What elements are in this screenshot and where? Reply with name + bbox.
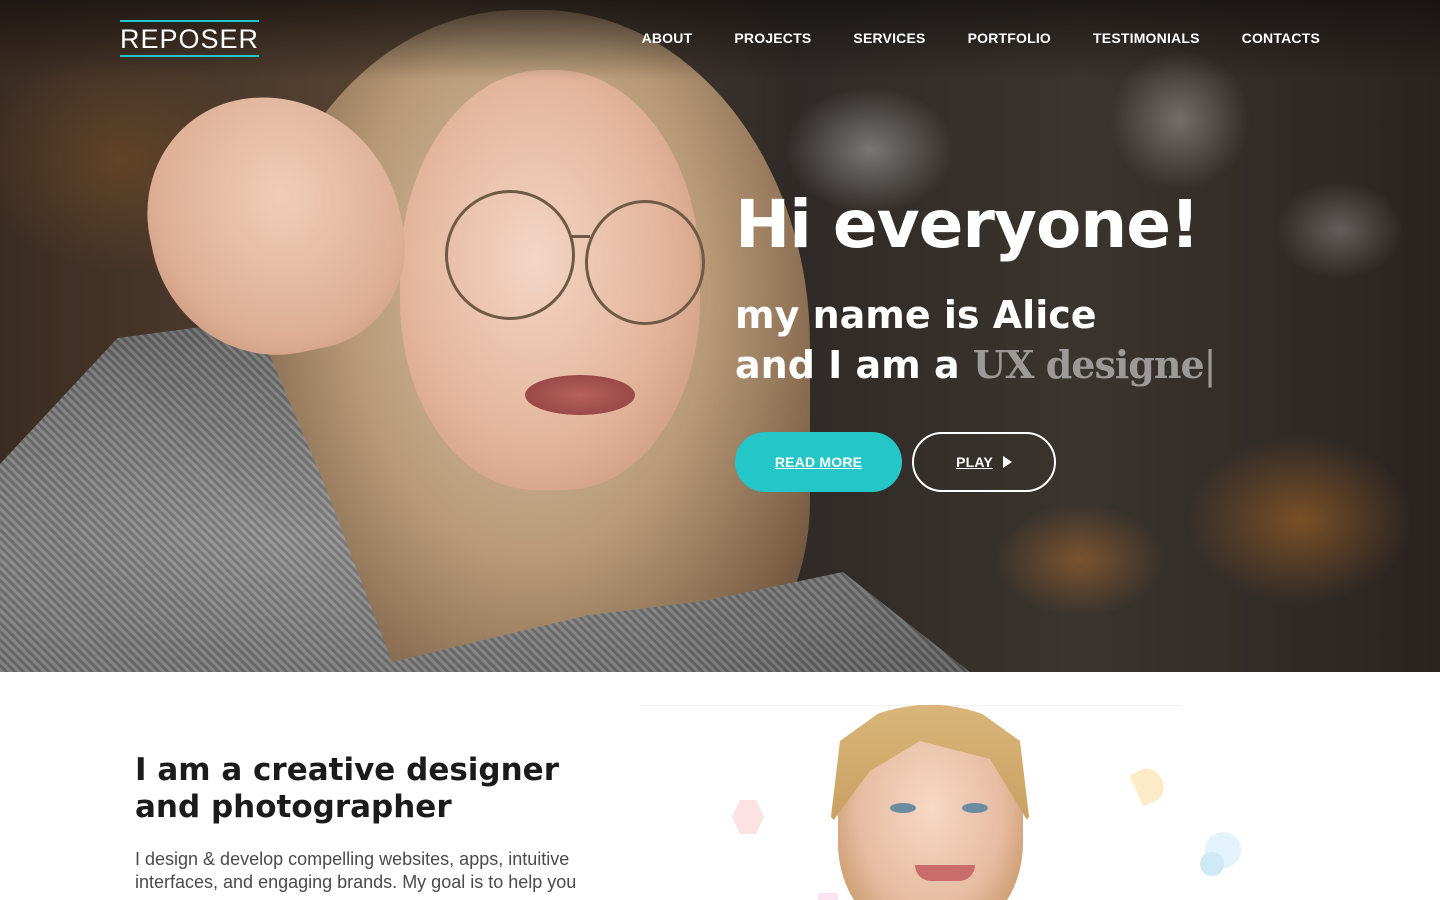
nav-item-about[interactable]: ABOUT (642, 28, 693, 48)
play-button[interactable]: PLAY (912, 432, 1056, 492)
about-title: I am a creative designer and photographe… (135, 752, 559, 825)
hero-role-line: and I am a UX designe| (735, 340, 1216, 390)
nav-item-contacts[interactable]: CONTACTS (1242, 28, 1320, 48)
about-description: I design & develop compelling websites, … (135, 849, 577, 892)
nav-item-services[interactable]: SERVICES (853, 28, 925, 48)
about-portrait-photo (640, 705, 1180, 900)
hero-title: Hi everyone! (735, 186, 1200, 263)
hero-role-prefix: and I am a (735, 343, 973, 387)
read-more-button[interactable]: READ MORE (735, 432, 902, 492)
hero-section (0, 0, 1440, 672)
decor-bar (818, 893, 838, 900)
hero-name-line: my name is Alice (735, 293, 1097, 337)
nav-item-projects[interactable]: PROJECTS (734, 28, 811, 48)
typing-cursor: | (1203, 343, 1217, 387)
nav-item-portfolio[interactable]: PORTFOLIO (968, 28, 1051, 48)
nav-item-testimonials[interactable]: TESTIMONIALS (1093, 28, 1200, 48)
play-button-label: PLAY (956, 454, 993, 470)
decor-circle-small (1200, 852, 1224, 876)
site-logo[interactable]: REPOSER (120, 20, 260, 57)
hero-subtitle: my name is Alice and I am a UX designe| (735, 290, 1216, 390)
typed-role-text: UX designe (972, 342, 1205, 387)
main-nav: ABOUT PROJECTS SERVICES PORTFOLIO TESTIM… (642, 28, 1320, 48)
play-icon (1002, 456, 1012, 468)
